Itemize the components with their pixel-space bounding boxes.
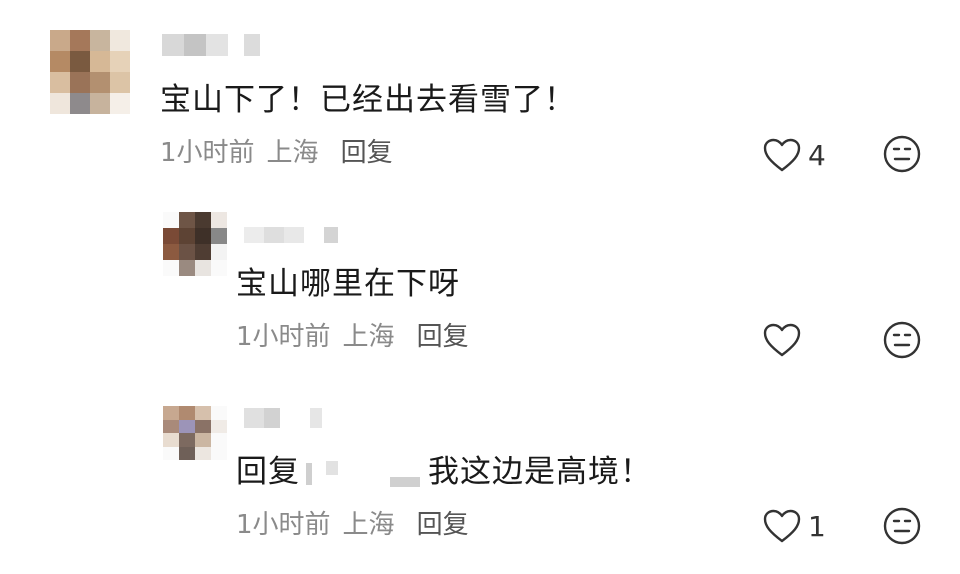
- like-count: 4: [808, 138, 826, 172]
- username-redacted[interactable]: [244, 408, 334, 428]
- timestamp: 1小时前: [236, 322, 331, 352]
- location: 上海: [342, 510, 395, 540]
- avatar[interactable]: [163, 406, 227, 460]
- location: 上海: [266, 138, 319, 168]
- mention-redacted[interactable]: [300, 459, 428, 489]
- like-button[interactable]: [762, 322, 808, 358]
- reply-button[interactable]: 回复: [417, 510, 469, 540]
- reply-item: 宝山哪里在下呀 1小时前 上海 回复: [0, 190, 960, 380]
- reply-text: 宝山哪里在下呀: [236, 266, 460, 302]
- reply-button[interactable]: 回复: [341, 138, 393, 168]
- comment-text: 宝山下了！已经出去看雪了！: [160, 82, 576, 118]
- heart-outline-icon: [763, 323, 801, 357]
- username-redacted[interactable]: [244, 227, 344, 243]
- meh-face-icon[interactable]: [882, 134, 922, 174]
- timestamp: 1小时前: [160, 138, 255, 168]
- comment-meta: 1小时前 上海 回复: [160, 136, 393, 170]
- reply-item: 回复 我这边是高境！ 1小时前 上海 回复 1: [0, 380, 960, 574]
- like-count: 1: [808, 509, 826, 543]
- heart-outline-icon: [763, 509, 801, 543]
- timestamp: 1小时前: [236, 510, 331, 540]
- like-button[interactable]: 1: [762, 508, 826, 544]
- comment-item: 宝山下了！已经出去看雪了！ 1小时前 上海 回复 4: [0, 0, 960, 190]
- location: 上海: [342, 322, 395, 352]
- like-button[interactable]: 4: [762, 137, 826, 173]
- heart-outline-icon: [763, 138, 801, 172]
- reply-prefix: 回复: [236, 454, 300, 490]
- meh-face-icon[interactable]: [882, 506, 922, 546]
- reply-text: 回复 我这边是高境！: [236, 452, 652, 492]
- comment-meta: 1小时前 上海 回复: [236, 508, 469, 542]
- reply-body: 我这边是高境！: [428, 454, 652, 490]
- avatar[interactable]: [50, 30, 130, 114]
- username-redacted[interactable]: [162, 34, 272, 56]
- avatar[interactable]: [163, 212, 227, 276]
- reply-button[interactable]: 回复: [417, 322, 469, 352]
- meh-face-icon[interactable]: [882, 320, 922, 360]
- comment-meta: 1小时前 上海 回复: [236, 320, 469, 354]
